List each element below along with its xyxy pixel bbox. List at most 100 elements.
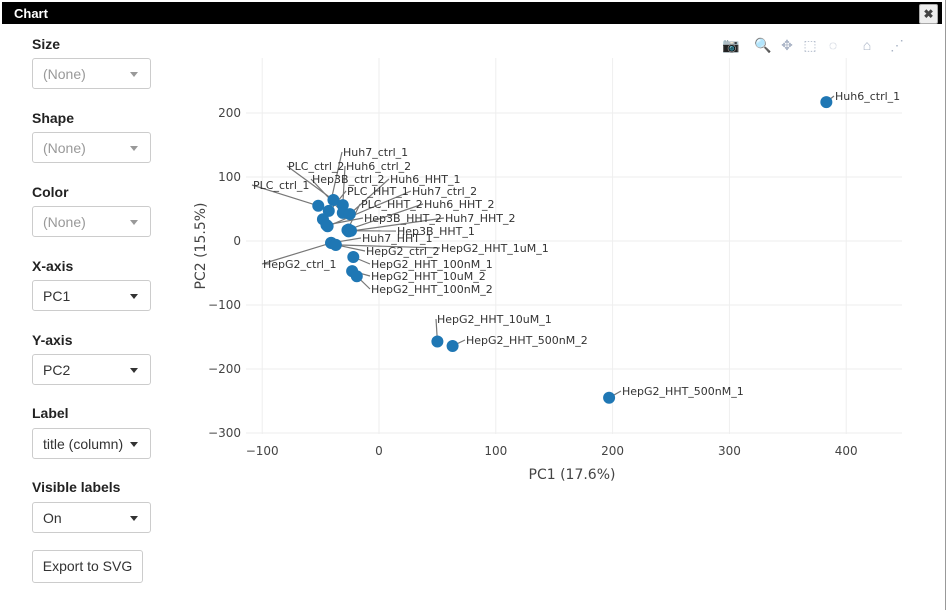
data-point	[446, 339, 459, 352]
color-select[interactable]: (None)	[32, 206, 151, 237]
data-point	[603, 391, 616, 404]
data-point	[350, 270, 363, 283]
box-select-icon[interactable]: ⬚	[801, 36, 819, 54]
data-point	[327, 194, 340, 207]
label-leader-line	[349, 178, 390, 215]
label-leader-line	[327, 190, 412, 227]
label-select[interactable]: title (column)	[32, 428, 151, 459]
yaxis-select[interactable]: PC2	[32, 354, 151, 385]
data-point	[329, 238, 342, 251]
visible-labels-select[interactable]: On	[32, 502, 151, 533]
data-point	[312, 199, 325, 212]
window-titlebar: Chart ✖	[2, 2, 942, 24]
chevron-down-icon	[130, 72, 138, 77]
label-leader-line	[452, 339, 466, 347]
color-select-value: (None)	[43, 214, 86, 230]
point-label: HepG2_ctrl_2	[366, 245, 439, 258]
home-icon[interactable]: ⌂	[858, 36, 876, 54]
point-label: HepG2_HHT_500nM_2	[466, 334, 588, 347]
label-leader-line	[335, 244, 441, 249]
point-label: Huh7_ctrl_1	[343, 146, 408, 159]
lasso-select-icon[interactable]: ◌	[824, 36, 842, 54]
spike-lines-icon[interactable]: ⋰	[888, 36, 906, 54]
point-label: Huh6_HHT_1	[390, 173, 460, 186]
grid-lines	[246, 58, 902, 434]
y-tick-label: −200	[208, 362, 241, 376]
data-point	[320, 219, 333, 231]
point-labels: Huh6_ctrl_1 PLC_ctrl_1 PLC_ctrl_2 Huh6_ctrl…	[253, 90, 900, 398]
chevron-down-icon	[130, 220, 138, 225]
point-label: Hep3B_HHT_2	[364, 212, 442, 225]
xaxis-select[interactable]: PC1	[32, 280, 151, 311]
data-point	[325, 236, 338, 249]
label-leader-line	[608, 390, 622, 399]
label-leader-line	[251, 184, 319, 207]
point-label: Huh7_HHT_2	[445, 212, 515, 225]
shape-select-value: (None)	[43, 140, 86, 156]
point-label: HepG2_HHT_100nM_1	[371, 258, 493, 271]
zoom-icon[interactable]: 🔍	[754, 36, 772, 54]
point-label: PLC_HHT_1	[347, 185, 409, 198]
point-label: Huh7_HHT_1	[362, 232, 432, 245]
y-tick-label: −100	[208, 298, 241, 312]
data-point	[336, 206, 349, 219]
size-select-value: (None)	[43, 66, 86, 82]
y-tick-label: −300	[208, 426, 241, 440]
point-label: HepG2_HHT_10uM_2	[371, 270, 486, 283]
data-point	[342, 223, 355, 236]
point-label: HepG2_HHT_100nM_2	[371, 283, 493, 296]
pan-icon[interactable]: ✥	[778, 36, 796, 54]
point-label: Hep3B_HHT_1	[397, 225, 475, 238]
label-leader-line	[261, 242, 332, 265]
label-leader-line	[825, 95, 835, 103]
x-tick-label: 400	[835, 444, 858, 458]
point-label: Huh7_ctrl_2	[412, 185, 477, 198]
chevron-down-icon	[130, 368, 138, 373]
color-label: Color	[32, 184, 69, 200]
visible-labels-select-value: On	[43, 510, 62, 526]
label-leader-line	[348, 203, 424, 231]
axis-ticks: −100 0 100 200 300 400 −300 −200 −100 0 100 200	[208, 106, 858, 458]
label-leader-line	[342, 165, 346, 206]
size-select[interactable]: (None)	[32, 58, 151, 89]
export-svg-button[interactable]: Export to SVG	[32, 550, 143, 583]
chevron-down-icon	[130, 516, 138, 521]
data-point	[336, 199, 349, 212]
point-label: Huh6_ctrl_1	[835, 90, 900, 103]
x-tick-label: 200	[601, 444, 624, 458]
xaxis-label: X-axis	[32, 258, 74, 274]
point-label: PLC_HHT_2	[361, 198, 423, 211]
shape-label: Shape	[32, 110, 75, 126]
x-tick-label: 0	[375, 444, 383, 458]
shape-select[interactable]: (None)	[32, 132, 151, 163]
data-point	[343, 208, 356, 221]
label-select-value: title (column)	[43, 436, 124, 452]
data-point	[325, 236, 338, 249]
x-tick-label: 100	[484, 444, 507, 458]
label-leader-line	[322, 190, 347, 220]
point-label: PLC_ctrl_1	[253, 179, 309, 192]
point-label: HepG2_ctrl_1	[263, 258, 336, 271]
data-point	[316, 213, 329, 226]
close-button[interactable]: ✖	[919, 4, 938, 24]
chevron-down-icon	[130, 146, 138, 151]
window-border	[945, 0, 946, 610]
label-leader-line	[326, 217, 364, 226]
y-tick-label: 100	[218, 170, 241, 184]
label-leader-line	[356, 275, 371, 290]
label-leader-line	[346, 203, 361, 231]
point-label: HepG2_HHT_10uM_1	[437, 313, 552, 326]
label-leader-line	[310, 178, 344, 214]
x-axis-title: PC1 (17.6%)	[529, 467, 616, 483]
data-point	[322, 204, 335, 217]
point-label: Hep3B_ctrl_2	[312, 173, 385, 186]
point-label: PLC_ctrl_2	[288, 160, 344, 173]
label-leader-line	[335, 244, 366, 252]
x-tick-label: 300	[718, 444, 741, 458]
x-tick-label: −100	[246, 444, 279, 458]
xaxis-select-value: PC1	[43, 288, 71, 304]
label-leader-lines	[251, 95, 835, 399]
chevron-down-icon	[130, 294, 138, 299]
camera-icon[interactable]: 📷	[722, 36, 740, 54]
data-point	[341, 224, 354, 237]
